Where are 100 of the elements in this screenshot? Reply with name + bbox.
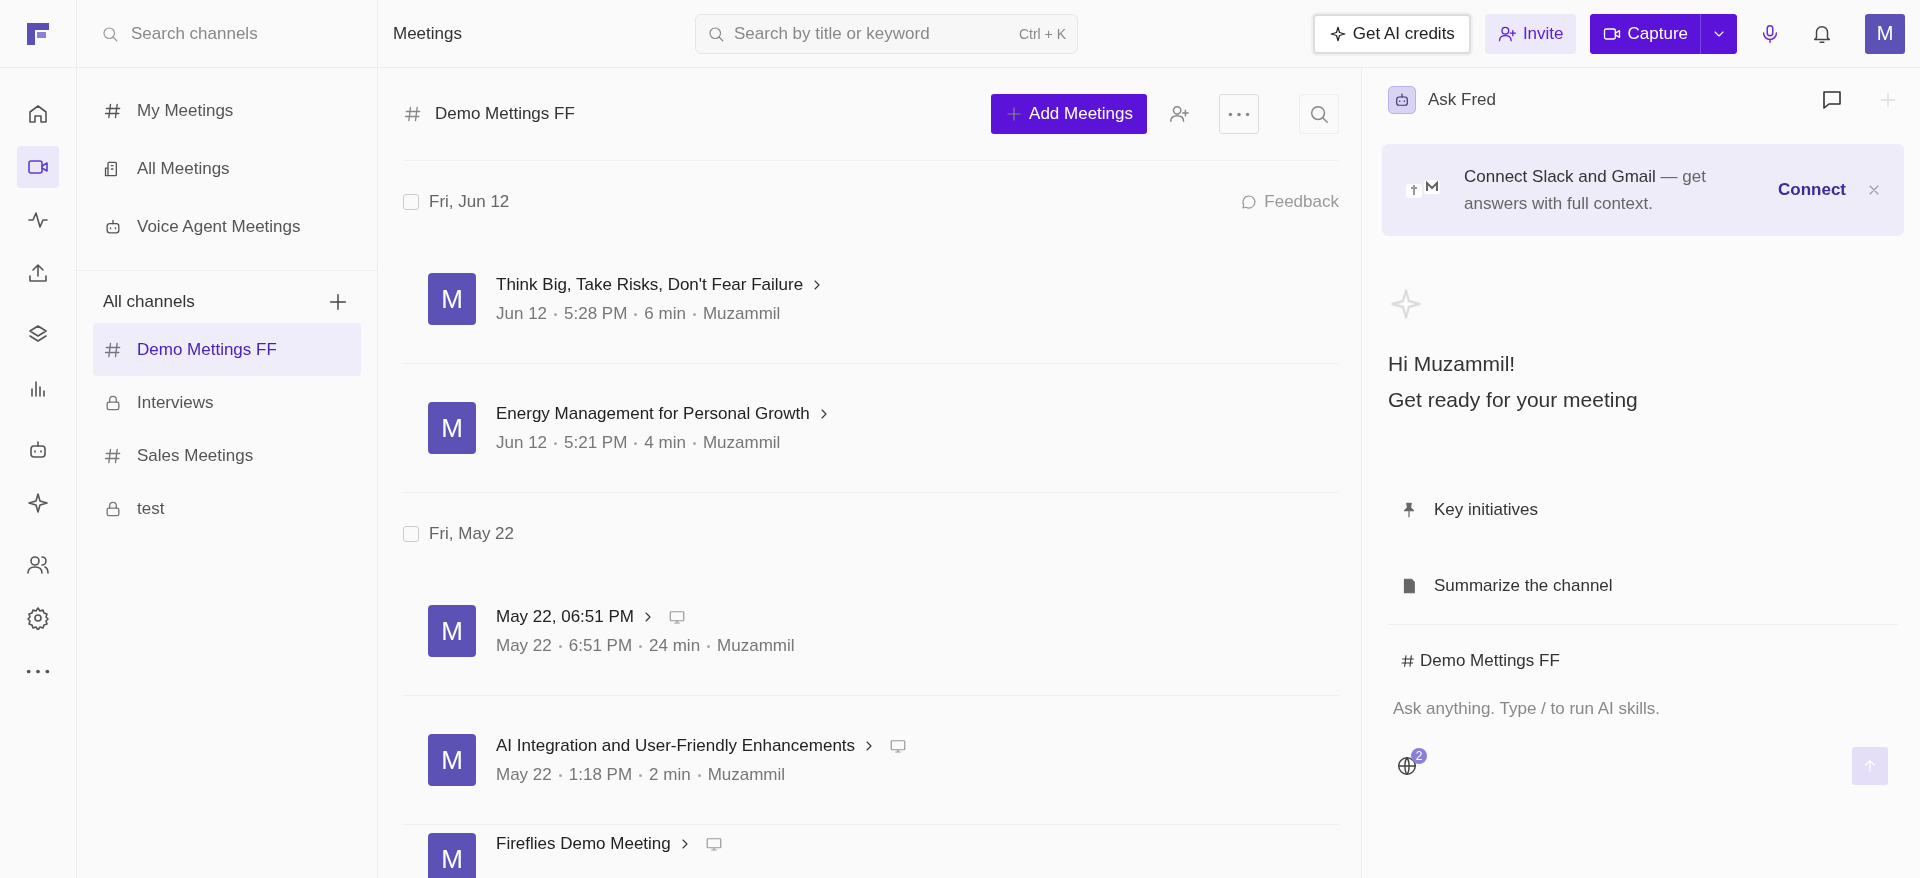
nav-item[interactable] <box>17 146 59 188</box>
meeting-meta: Jun 12 <box>496 304 548 324</box>
plus-icon <box>327 291 349 313</box>
suggestion-label: Summarize the channel <box>1434 576 1613 596</box>
sidebar-item-label: All Meetings <box>137 159 230 179</box>
context-chip[interactable]: Demo Mettings FF <box>1388 625 1898 671</box>
hash-icon <box>103 101 123 121</box>
chat-history-button[interactable] <box>1820 88 1844 112</box>
suggestion-item[interactable]: Key initiatives <box>1388 472 1898 548</box>
channel-label: Sales Meetings <box>137 445 254 466</box>
meeting-meta: 4 min <box>644 433 686 453</box>
meeting-row[interactable]: M Think Big, Take Risks, Don't Fear Failure Jun 12 5:28 PM 6 min Muzammil <box>403 235 1339 364</box>
sidebar-item-label: My Meetings <box>137 101 234 121</box>
meeting-meta: Muzammil <box>707 765 786 785</box>
page-title: Meetings <box>393 23 462 43</box>
meeting-meta: 5:21 PM <box>564 433 628 453</box>
sidebar-item[interactable]: Voice Agent Meetings <box>93 198 377 256</box>
meeting-title: May 22, 06:51 PM <box>496 607 634 627</box>
meeting-meta: 24 min <box>649 636 701 656</box>
shortcut-hint: Ctrl + K <box>1018 25 1066 42</box>
meeting-title: AI Integration and User-Friendly Enhancements <box>496 736 856 756</box>
home-icon <box>26 102 50 126</box>
more-icon <box>26 668 50 674</box>
greeting-subtitle: Get ready for your meeting <box>1388 387 1639 413</box>
sidebar-item[interactable]: My Meetings <box>93 82 377 140</box>
sparkle-icon <box>1388 286 1424 322</box>
settings-icon <box>26 606 50 630</box>
meeting-meta: Jun 12 <box>496 433 548 453</box>
meeting-title: Think Big, Take Risks, Don't Fear Failure <box>496 275 804 295</box>
connect-button[interactable]: Connect <box>1778 180 1846 200</box>
search-icon <box>101 24 119 43</box>
suggestion-item[interactable]: Summarize the channel <box>1388 548 1898 624</box>
meeting-title: Fireflies Demo Meeting <box>496 834 671 854</box>
channel-item[interactable]: Sales Meetings <box>93 429 361 482</box>
user-plus-icon <box>1168 103 1190 125</box>
hash-icon <box>403 104 423 124</box>
meeting-row[interactable]: M May 22, 06:51 PM May 22 6:51 PM 24 min Muzammil <box>403 567 1339 696</box>
meeting-meta: 6:51 PM <box>568 636 633 656</box>
channel-item[interactable]: Demo Mettings FF <box>93 323 361 376</box>
globe-icon <box>1396 755 1418 777</box>
chat-icon <box>1820 88 1844 112</box>
search-icon <box>1308 103 1330 125</box>
get-credits-button[interactable]: Get AI credits <box>1312 13 1471 54</box>
logo-icon[interactable] <box>25 20 51 47</box>
count-badge: 2 <box>1411 748 1427 764</box>
meeting-row[interactable]: M Fireflies Demo Meeting <box>403 825 1339 878</box>
capture-menu-button[interactable] <box>1700 13 1737 54</box>
suggestion-label: Key initiatives <box>1434 500 1538 520</box>
robot-face-icon <box>1393 91 1411 109</box>
monitor-icon <box>889 737 908 755</box>
channel-title: Demo Mettings FF <box>435 104 575 124</box>
sidebar-item[interactable]: All Meetings <box>93 140 377 198</box>
meeting-avatar: M <box>428 402 476 454</box>
meeting-meta: May 22 <box>496 765 552 785</box>
search-icon <box>707 24 725 43</box>
meeting-row[interactable]: M Energy Management for Personal Growth Jun 12 5:21 PM 4 min Muzammil <box>403 364 1339 493</box>
select-checkbox[interactable] <box>403 526 419 542</box>
add-meetings-button[interactable]: Add Meetings <box>991 94 1147 134</box>
ask-input-field[interactable]: Ask anything. Type / to run AI skills. <box>1388 699 1898 719</box>
more-icon <box>1228 111 1250 117</box>
channel-label: Interviews <box>137 392 214 413</box>
meeting-avatar: M <box>428 734 476 786</box>
banner-text: Connect Slack and Gmail — get answers with full context. <box>1464 166 1707 215</box>
monitor-icon <box>667 608 686 626</box>
date-heading: Fri, May 22 <box>429 524 515 544</box>
meeting-meta: Muzammil <box>702 304 781 324</box>
meeting-meta: 6 min <box>644 304 686 324</box>
context-channel: Demo Mettings FF <box>1420 651 1560 671</box>
channel-search-field[interactable]: Search channels <box>129 22 333 45</box>
users-icon <box>26 553 50 577</box>
meeting-avatar: M <box>428 273 476 325</box>
date-heading: Fri, Jun 12 <box>429 192 510 212</box>
select-checkbox[interactable] <box>403 194 419 210</box>
sparkle-icon <box>1328 24 1347 43</box>
invite-button[interactable]: Invite <box>1484 13 1576 54</box>
add-channel-button[interactable] <box>327 291 349 313</box>
meeting-title: Energy Management for Personal Growth <box>496 404 810 424</box>
upload-icon <box>26 261 50 285</box>
meeting-avatar: M <box>428 605 476 657</box>
section-heading: All channels <box>103 292 195 312</box>
meeting-meta: Muzammil <box>702 433 781 453</box>
channel-item[interactable]: test <box>93 482 361 535</box>
user-avatar[interactable]: M <box>1865 13 1905 54</box>
sources-button[interactable] <box>1396 755 1418 777</box>
meeting-meta: 2 min <box>649 765 691 785</box>
meeting-meta: Muzammil <box>717 636 795 656</box>
sidebar-item-label: Voice Agent Meetings <box>137 217 301 237</box>
search-button[interactable] <box>1299 94 1339 134</box>
meeting-row[interactable]: M AI Integration and User-Friendly Enhancements May 22 1:18 PM 2 min Muzammil <box>403 696 1339 825</box>
meeting-meta: 1:18 PM <box>568 765 633 785</box>
meeting-meta: 5:28 PM <box>564 304 628 324</box>
meeting-meta: May 22 <box>496 636 552 656</box>
channel-label: test <box>137 498 165 519</box>
channel-item[interactable]: Interviews <box>93 376 361 429</box>
channel-label: Demo Mettings FF <box>137 339 277 360</box>
hash-icon <box>1400 653 1416 669</box>
sparkle-icon <box>26 491 50 515</box>
panel-title: Ask Fred <box>1428 90 1497 110</box>
plus-icon <box>1878 90 1898 110</box>
greeting: Hi Muzammil! <box>1388 351 1517 377</box>
